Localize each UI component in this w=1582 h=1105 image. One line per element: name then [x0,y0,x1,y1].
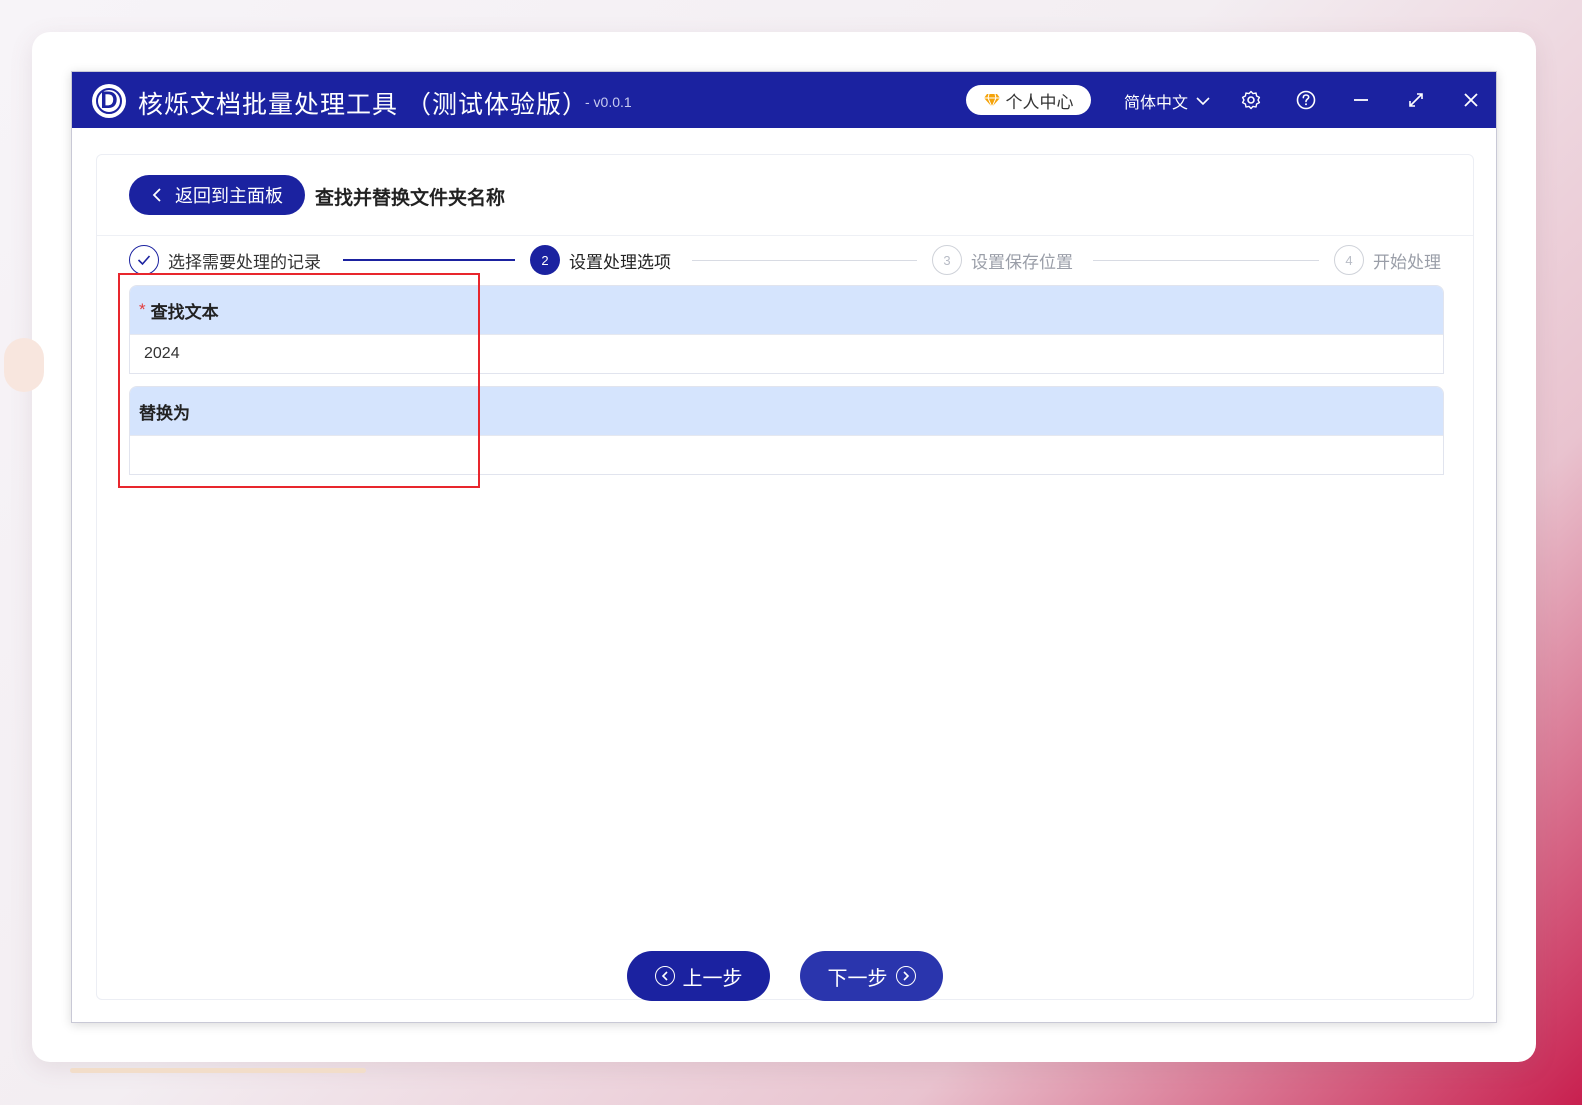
step-2-number: 2 [530,245,560,275]
user-center-label: 个人中心 [1005,92,1074,112]
required-mark: * [139,300,146,319]
main-panel: 返回到主面板 查找并替换文件夹名称 选择需要处理的记录 2 设置处理选项 3 设… [96,154,1474,1001]
next-step-button[interactable]: 下一步 [800,951,943,1001]
help-icon [1296,90,1316,110]
step-1: 选择需要处理的记录 [129,245,321,275]
prev-step-button[interactable]: 上一步 [627,951,770,1001]
language-select[interactable]: 简体中文 [1124,89,1210,113]
replace-with-label: 替换为 [139,403,190,423]
replace-with-input[interactable] [130,435,1443,474]
prev-step-label: 上一步 [682,967,743,990]
replace-with-field: 替换为 [129,386,1444,475]
diamond-icon [983,93,1000,109]
back-label: 返回到主面板 [175,186,283,206]
backdrop-blob [4,338,44,392]
find-text-input[interactable]: 2024 [130,334,1443,373]
find-text-label: 查找文本 [150,302,219,322]
app-logo-icon: D [92,84,126,118]
help-button[interactable] [1293,87,1319,113]
step-3-label: 设置保存位置 [971,252,1073,272]
divider [97,235,1473,236]
app-title: 核烁文档批量处理工具 （测试体验版） [138,91,588,119]
check-icon [129,245,159,275]
minimize-button[interactable] [1348,87,1374,113]
replace-with-header: 替换为 [130,387,1443,435]
app-version: - v0.0.1 [585,94,632,110]
backdrop-bar [70,1068,366,1073]
settings-button[interactable] [1238,87,1264,113]
find-text-field: * 查找文本 2024 [129,285,1444,374]
language-label: 简体中文 [1124,95,1189,112]
close-button[interactable] [1458,87,1484,113]
step-2: 2 设置处理选项 [530,245,671,275]
step-connector-1 [343,259,515,261]
step-connector-2 [692,260,917,261]
step-indicator: 选择需要处理的记录 2 设置处理选项 3 设置保存位置 4 开始处理 [129,245,1445,277]
arrow-left-circle-icon [654,966,675,986]
find-text-header: * 查找文本 [130,286,1443,334]
minimize-icon [1354,99,1368,101]
step-3: 3 设置保存位置 [932,245,1073,275]
back-to-dashboard-button[interactable]: 返回到主面板 [129,175,305,215]
chevron-down-icon [1196,97,1210,106]
user-center-button[interactable]: 个人中心 [966,85,1091,115]
step-3-number: 3 [932,245,962,275]
step-connector-3 [1093,260,1319,261]
step-4-label: 开始处理 [1373,252,1441,272]
gear-icon [1241,90,1261,110]
page-title: 查找并替换文件夹名称 [315,188,506,209]
maximize-button[interactable] [1403,87,1429,113]
step-4: 4 开始处理 [1334,245,1441,275]
arrow-right-circle-icon [895,966,916,986]
close-icon [1464,93,1478,107]
step-1-label: 选择需要处理的记录 [168,252,321,272]
step-2-label: 设置处理选项 [569,252,671,272]
chevron-left-icon [152,188,161,202]
next-step-label: 下一步 [827,967,888,990]
expand-icon [1409,93,1423,107]
app-window: D 核烁文档批量处理工具 （测试体验版） - v0.0.1 个人中心 简体中文 [71,71,1497,1023]
titlebar: D 核烁文档批量处理工具 （测试体验版） - v0.0.1 个人中心 简体中文 [72,72,1496,128]
step-4-number: 4 [1334,245,1364,275]
